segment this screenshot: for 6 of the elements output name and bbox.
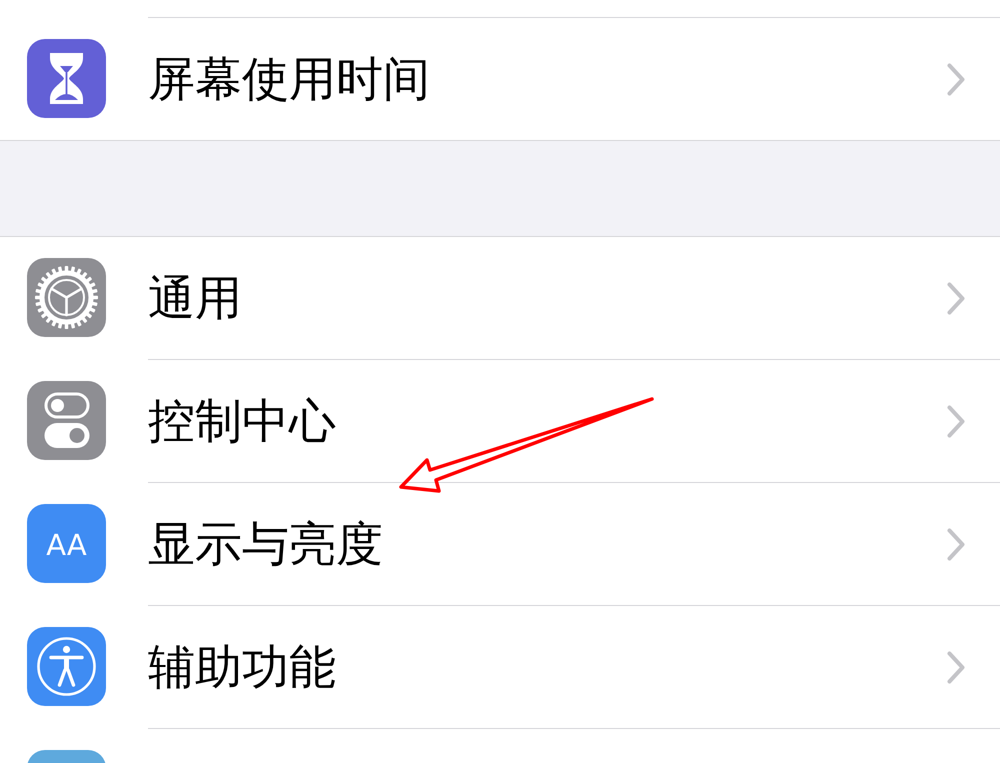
text-size-icon: AA xyxy=(27,504,106,583)
chevron-right-icon xyxy=(947,62,965,96)
chevron-right-icon xyxy=(947,404,965,438)
chevron-right-icon xyxy=(947,282,965,314)
chevron-right-icon xyxy=(947,650,965,684)
chevron-right-icon xyxy=(947,528,965,560)
